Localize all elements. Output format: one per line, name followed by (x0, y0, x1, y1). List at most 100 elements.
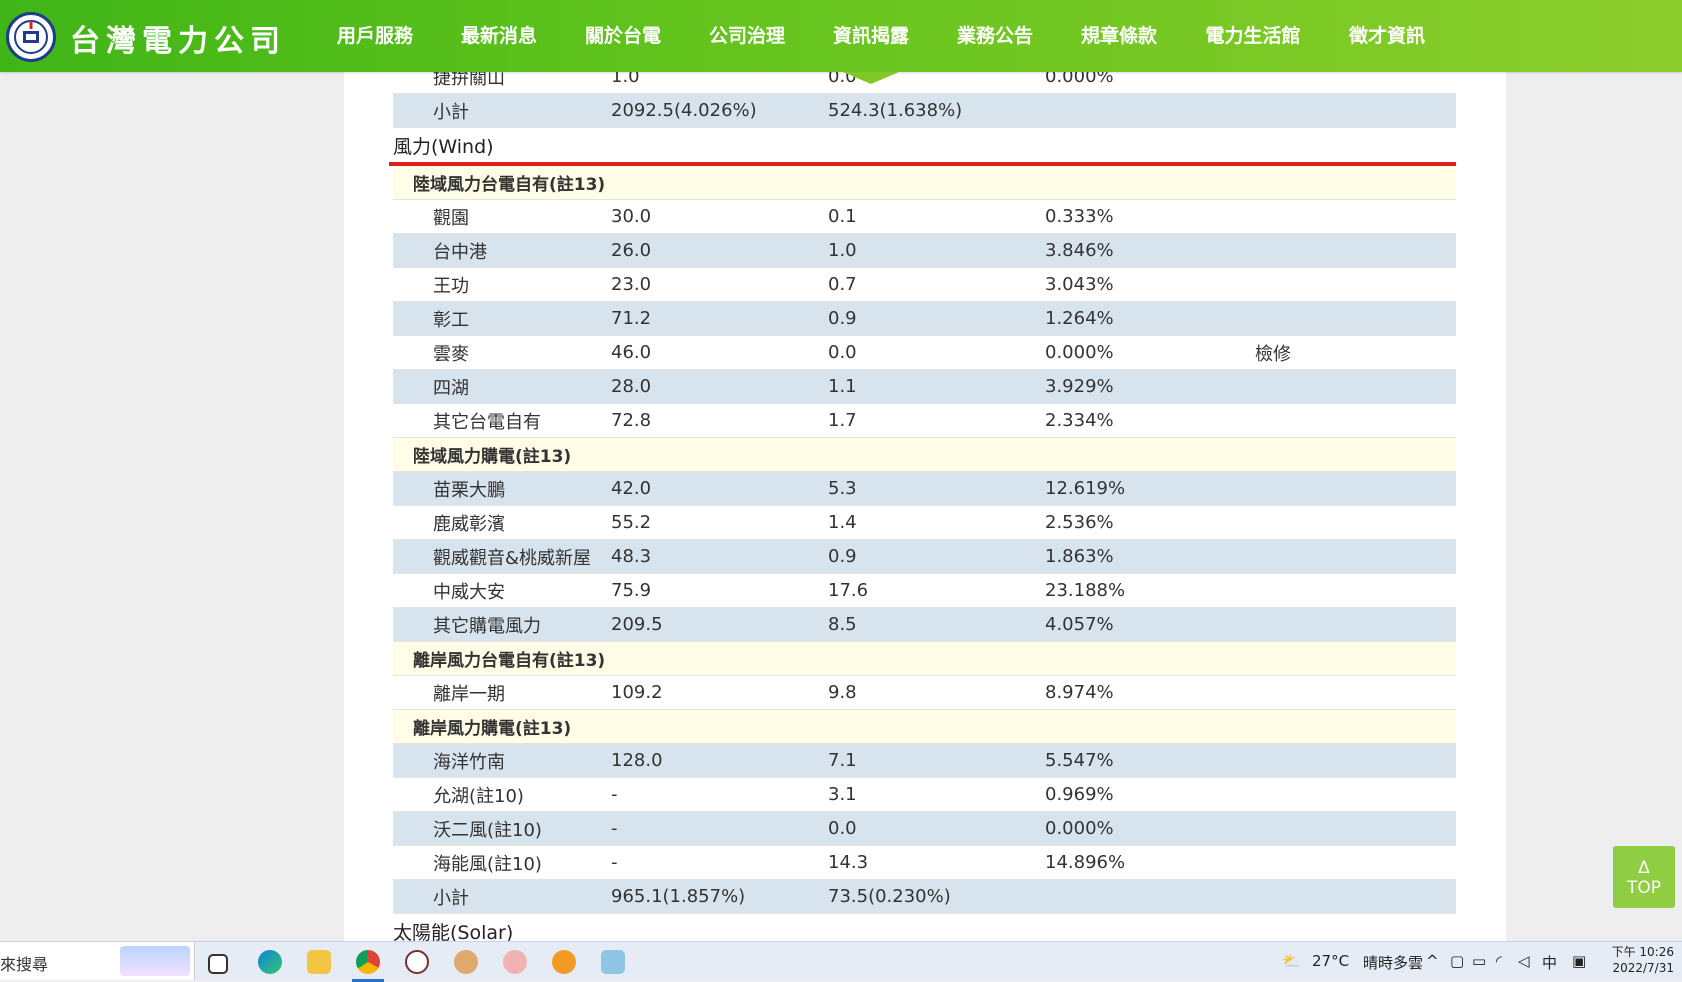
capacity-cell: 71.2 (611, 308, 652, 329)
file-explorer-icon[interactable] (307, 950, 331, 974)
animal-app-icon[interactable] (454, 950, 478, 974)
taskbar-search-box[interactable]: 來搜尋 (0, 942, 195, 980)
net-generation-cell: 7.1 (828, 750, 857, 771)
tray-device-icon[interactable]: ▢ (1450, 952, 1464, 970)
plant-name-cell: 小計 (433, 101, 469, 123)
content-panel: 捷拚關山 1.0 0.0 0.000% 小計 2092.5(4.026%) 524.3(1.… (344, 72, 1506, 941)
table-row: 海能風(註10) - 14.3 14.896% (393, 846, 1456, 880)
plant-name-cell: 離岸風力購電(註13) (413, 719, 572, 739)
net-generation-cell: 0.7 (828, 274, 857, 295)
ratio-cell: 0.969% (1045, 784, 1114, 805)
table-row: 台中港 26.0 1.0 3.846% (393, 234, 1456, 268)
net-generation-cell: 0.9 (828, 546, 857, 567)
nav-latest-news[interactable]: 最新消息 (437, 0, 561, 72)
table-row: 離岸一期 109.2 9.8 8.974% (393, 676, 1456, 710)
table-row: 海洋竹南 128.0 7.1 5.547% (393, 744, 1456, 778)
plant-name-cell: 海能風(註10) (433, 853, 542, 875)
net-generation-cell: 73.5(0.230%) (828, 886, 951, 907)
nav-user-services[interactable]: 用戶服務 (313, 0, 437, 72)
generation-table: 捷拚關山 1.0 0.0 0.000% 小計 2092.5(4.026%) 524.3(1.… (389, 72, 1456, 941)
net-generation-cell: 5.3 (828, 478, 857, 499)
nav-careers[interactable]: 徵才資訊 (1325, 0, 1449, 72)
nav-info-disclosure[interactable]: 資訊揭露 (809, 0, 933, 84)
plant-name-cell: 其它購電風力 (433, 615, 541, 637)
plant-name-cell: 離岸風力台電自有(註13) (413, 651, 606, 671)
capacity-cell: 46.0 (611, 342, 652, 363)
table-row: 沃二風(註10) - 0.0 0.000% (393, 812, 1456, 846)
capacity-cell: 128.0 (611, 750, 663, 771)
table-row: 彰工 71.2 0.9 1.264% (393, 302, 1456, 336)
table-row: 雲麥 46.0 0.0 0.000% 檢修 (393, 336, 1456, 370)
table-row: 允湖(註10) - 3.1 0.969% (393, 778, 1456, 812)
table-row: 小計 965.1(1.857%) 73.5(0.230%) (393, 880, 1456, 914)
taipower-logo-icon[interactable] (6, 12, 56, 62)
weather-icon[interactable]: ⛅ (1282, 952, 1301, 970)
ratio-cell: 0.000% (1045, 342, 1114, 363)
capacity-cell: 48.3 (611, 546, 652, 567)
search-placeholder: 來搜尋 (0, 955, 49, 974)
volume-icon[interactable]: ◁ (1518, 952, 1530, 970)
ratio-cell: 0.333% (1045, 206, 1114, 227)
plant-name-cell: 小計 (433, 887, 469, 909)
top-navigation-bar: 台灣電力公司 用戶服務 最新消息 關於台電 公司治理 資訊揭露 業務公告 規章條… (0, 0, 1682, 84)
group-header-row: 離岸風力台電自有(註13) (393, 642, 1456, 676)
main-menu: 用戶服務 最新消息 關於台電 公司治理 資訊揭露 業務公告 規章條款 電力生活館… (313, 0, 1449, 84)
nav-regulations[interactable]: 規章條款 (1057, 0, 1181, 72)
ratio-cell: 3.846% (1045, 240, 1114, 261)
capacity-cell: 965.1(1.857%) (611, 886, 746, 907)
battery-icon[interactable]: ▭ (1472, 952, 1486, 970)
system-clock[interactable]: 下午 10:26 2022/7/31 (1606, 944, 1674, 976)
net-generation-cell: 0.9 (828, 308, 857, 329)
net-generation-cell: 1.1 (828, 376, 857, 397)
weather-desc[interactable]: 晴時多雲 (1363, 952, 1423, 973)
ratio-cell: 4.057% (1045, 614, 1114, 635)
ime-indicator[interactable]: 中 (1542, 952, 1557, 973)
back-to-top-button[interactable]: Δ TOP (1613, 846, 1675, 908)
plant-name-cell: 台中港 (433, 241, 487, 263)
notification-icon[interactable]: ▣ (1572, 952, 1586, 970)
nav-life-hall[interactable]: 電力生活館 (1181, 0, 1325, 72)
top-label: TOP (1626, 878, 1662, 898)
capacity-cell: 28.0 (611, 376, 652, 397)
ratio-cell: 0.000% (1045, 818, 1114, 839)
note-cell: 檢修 (1255, 343, 1291, 365)
wifi-icon[interactable]: ◜ (1496, 952, 1502, 970)
group-header-row: 陸域風力台電自有(註13) (393, 166, 1456, 200)
table-row: 觀園 30.0 0.1 0.333% (393, 200, 1456, 234)
search-highlight-icon (120, 946, 190, 976)
plant-name-cell: 中威大安 (433, 581, 505, 603)
plant-name-cell: 風力(Wind) (393, 135, 494, 158)
plant-name-cell: 陸域風力台電自有(註13) (413, 175, 606, 195)
plant-name-cell: 鹿威彰濱 (433, 513, 505, 535)
windows-taskbar: 來搜尋 ⛅ 27°C 晴時多雲 ^ ▢ ▭ ◜ ◁ 中 ▣ 下午 10:26 2… (0, 941, 1682, 982)
ratio-cell: 12.619% (1045, 478, 1126, 499)
network-app-icon[interactable] (503, 950, 527, 974)
net-generation-cell: 8.5 (828, 614, 857, 635)
nav-announcements[interactable]: 業務公告 (933, 0, 1057, 72)
capacity-cell: 75.9 (611, 580, 652, 601)
net-generation-cell: 0.0 (828, 818, 857, 839)
show-hidden-icons-chevron-icon[interactable]: ^ (1426, 952, 1439, 970)
capacity-cell: 55.2 (611, 512, 652, 533)
plant-name-cell: 海洋竹南 (433, 751, 505, 773)
plant-name-cell: 觀園 (433, 207, 469, 229)
blender-icon[interactable] (552, 950, 576, 974)
clock-app-icon[interactable] (405, 950, 429, 974)
group-header-row: 陸域風力購電(註13) (393, 438, 1456, 472)
net-generation-cell: 14.3 (828, 852, 869, 873)
ratio-cell: 2.536% (1045, 512, 1114, 533)
net-generation-cell: 9.8 (828, 682, 857, 703)
chrome-browser-icon[interactable] (352, 950, 384, 982)
brand-name[interactable]: 台灣電力公司 (70, 16, 286, 60)
net-generation-cell: 0.1 (828, 206, 857, 227)
nav-governance[interactable]: 公司治理 (685, 0, 809, 72)
task-view-icon[interactable] (208, 954, 228, 974)
capacity-cell: - (611, 784, 618, 805)
section-header-row: 風力(Wind) (389, 128, 1456, 166)
weather-temp[interactable]: 27°C (1312, 952, 1349, 970)
document-app-icon[interactable] (601, 950, 625, 974)
edge-browser-icon[interactable] (258, 950, 282, 974)
capacity-cell: 23.0 (611, 274, 652, 295)
table-row: 王功 23.0 0.7 3.043% (393, 268, 1456, 302)
nav-about[interactable]: 關於台電 (561, 0, 685, 72)
